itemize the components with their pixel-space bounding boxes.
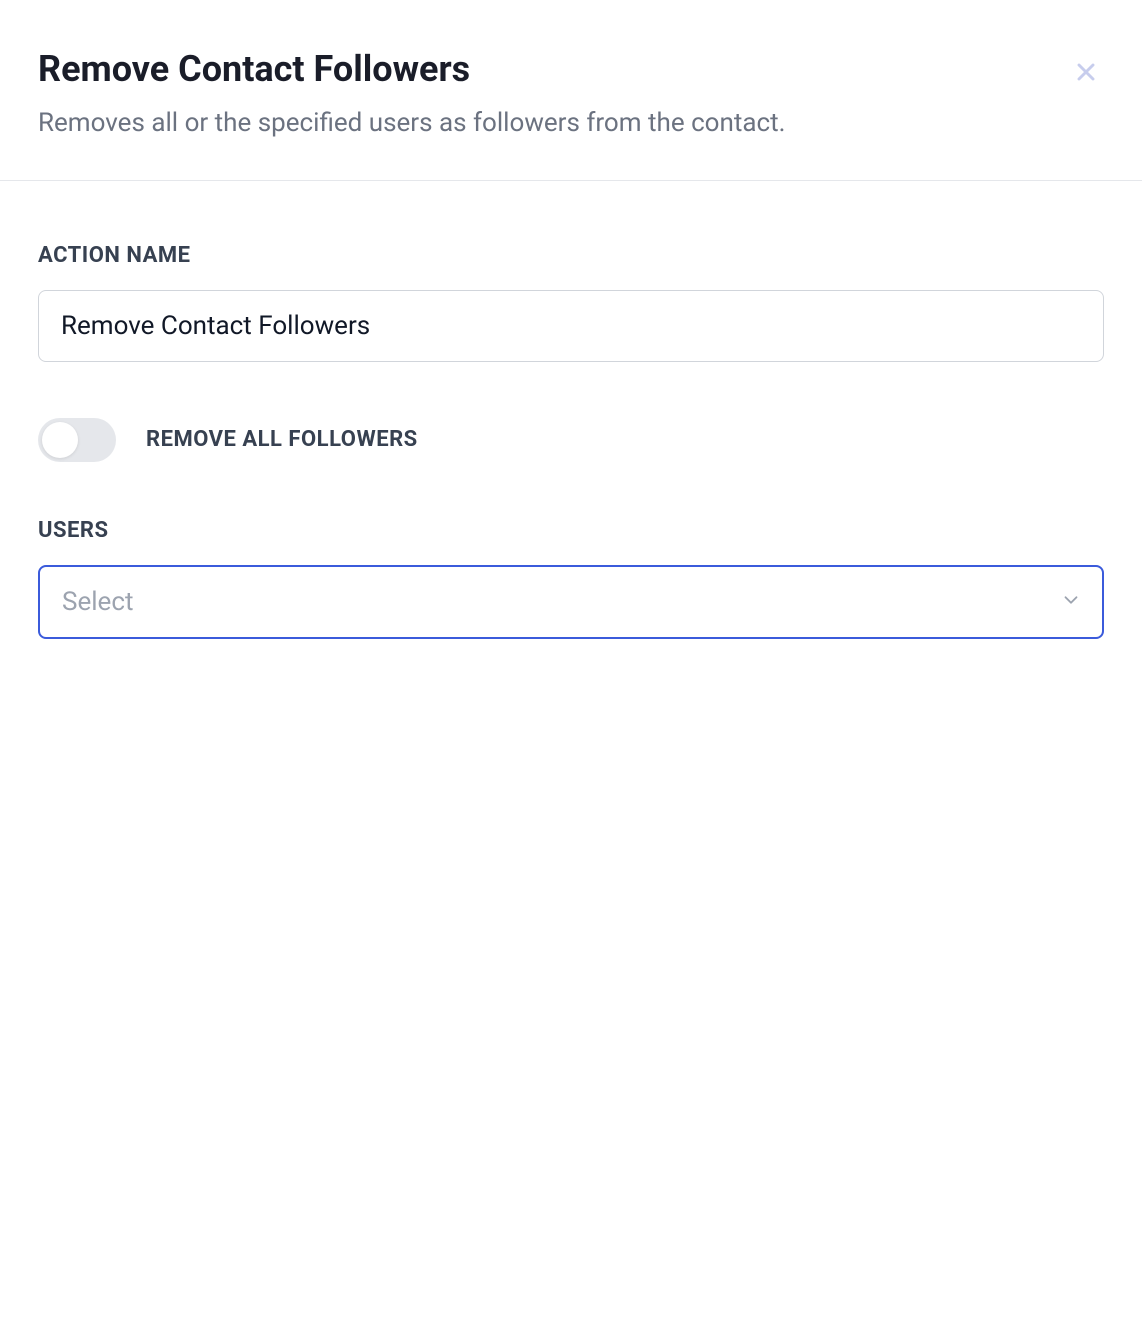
action-name-field-group: ACTION NAME: [38, 243, 1104, 362]
users-label: USERS: [38, 518, 1104, 543]
users-field-group: USERS Select: [38, 518, 1104, 639]
action-name-input[interactable]: [38, 290, 1104, 362]
close-button[interactable]: [1068, 54, 1104, 94]
remove-all-followers-toggle[interactable]: [38, 418, 116, 462]
toggle-knob: [42, 422, 78, 458]
dialog-title: Remove Contact Followers: [38, 48, 1068, 91]
dialog-header: Remove Contact Followers Removes all or …: [0, 0, 1142, 181]
users-select-wrapper: Select: [38, 565, 1104, 639]
action-name-label: ACTION NAME: [38, 243, 1104, 268]
dialog-subtitle: Removes all or the specified users as fo…: [38, 105, 1068, 141]
users-select[interactable]: Select: [38, 565, 1104, 639]
form-body: ACTION NAME REMOVE ALL FOLLOWERS USERS S…: [0, 181, 1142, 733]
remove-all-toggle-row: REMOVE ALL FOLLOWERS: [38, 418, 1104, 462]
remove-all-followers-label: REMOVE ALL FOLLOWERS: [146, 427, 418, 452]
header-text-block: Remove Contact Followers Removes all or …: [38, 48, 1068, 142]
close-icon: [1072, 58, 1100, 90]
